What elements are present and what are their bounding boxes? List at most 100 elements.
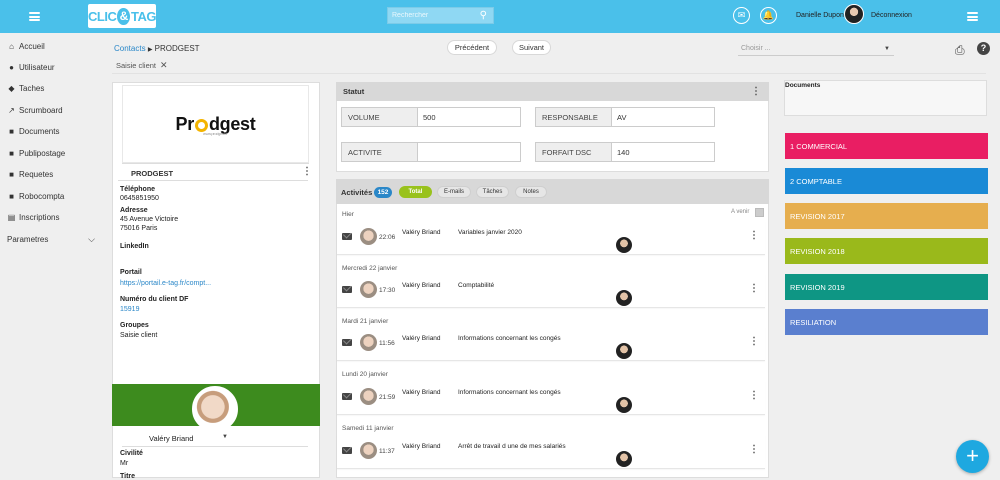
folder-icon: ■: [9, 191, 14, 201]
category-comptable[interactable]: 2 COMPTABLE: [785, 168, 988, 194]
tab-taches[interactable]: Tâches: [476, 186, 509, 198]
responsable-field[interactable]: RESPONSABLE AV: [535, 107, 715, 127]
app-logo[interactable]: CLIC & TAG: [88, 4, 156, 28]
add-button[interactable]: +: [956, 440, 989, 473]
search-box[interactable]: ⚲: [387, 7, 494, 24]
sidebar-item-scrumboard[interactable]: ↗ Scrumboard: [7, 104, 63, 116]
folder-icon: ■: [9, 148, 14, 158]
kebab-menu-icon[interactable]: ⋮: [751, 86, 761, 97]
logout-link[interactable]: Déconnexion: [871, 12, 912, 19]
titre-label: Titre: [120, 473, 136, 480]
previous-button[interactable]: Précédent: [447, 40, 497, 55]
help-icon[interactable]: ?: [977, 42, 990, 55]
breadcrumb-contacts-link[interactable]: Contacts: [114, 44, 146, 53]
mail-icon[interactable]: ✉: [733, 7, 750, 24]
forfait-dsc-field[interactable]: FORFAIT DSC 140: [535, 142, 715, 162]
kebab-menu-icon[interactable]: ⋮: [302, 166, 312, 177]
civilite-value: Mr: [120, 460, 129, 467]
logo-amp: &: [117, 7, 131, 25]
portal-link[interactable]: https://portail.e-tag.fr/compt...: [120, 280, 211, 287]
field-value[interactable]: [418, 143, 423, 161]
sidebar-item-parametres[interactable]: Parametres ⌵: [7, 233, 95, 245]
search-icon[interactable]: ⚲: [480, 10, 487, 21]
kebab-menu-icon[interactable]: ⋮: [749, 230, 759, 241]
menu-right-icon[interactable]: [967, 12, 978, 21]
tab-notes[interactable]: Notes: [515, 186, 547, 198]
current-user-name[interactable]: Danielle Dupond: [796, 12, 848, 19]
print-icon[interactable]: ⎙: [955, 43, 965, 58]
activity-subject: Informations concernant les congés: [458, 335, 561, 342]
category-commercial[interactable]: 1 COMMERCIAL: [785, 133, 988, 159]
field-key: ACTIVITE: [342, 143, 418, 161]
menu-icon[interactable]: [29, 12, 40, 21]
kebab-menu-icon[interactable]: ⋮: [749, 444, 759, 455]
activity-row[interactable]: 21:59 Valéry Briand Informations concern…: [337, 381, 765, 415]
close-icon[interactable]: ✕: [160, 60, 168, 71]
email-icon: [342, 447, 352, 454]
divider: [122, 163, 309, 164]
phone-label: Téléphone: [120, 186, 156, 193]
sidebar-item-utilisateur[interactable]: ● Utilisateur: [7, 61, 55, 73]
sidebar-item-label: Accueil: [19, 41, 45, 51]
activity-time: 21:59: [379, 394, 396, 401]
user-photo[interactable]: [192, 386, 238, 432]
bell-icon[interactable]: 🔔: [760, 7, 777, 24]
sidebar-item-label: Utilisateur: [19, 62, 55, 72]
choose-select[interactable]: Choisir ... ▼: [738, 42, 894, 56]
search-input[interactable]: [388, 8, 470, 23]
folder-icon: ■: [9, 169, 14, 179]
activity-time: 11:37: [379, 448, 395, 455]
caret-down-icon[interactable]: ▼: [222, 434, 228, 440]
field-value[interactable]: 140: [612, 143, 630, 161]
activite-field[interactable]: ACTIVITE: [341, 142, 521, 162]
activity-row[interactable]: 17:30 Valéry Briand Comptabilité ⋮: [337, 274, 765, 308]
avatar: [360, 334, 377, 351]
tab-emails[interactable]: E-mails: [437, 186, 471, 198]
next-button[interactable]: Suivant: [512, 40, 551, 55]
sidebar-item-label: Taches: [19, 83, 45, 93]
client-number-value[interactable]: 15919: [120, 306, 139, 313]
avatar: [616, 343, 632, 359]
contact-user-name[interactable]: Valéry Briand: [149, 434, 193, 443]
activity-author: Valéry Briand: [402, 229, 441, 236]
avatar: [360, 442, 377, 459]
caret-down-icon: ▼: [884, 45, 890, 52]
upcoming-checkbox[interactable]: [755, 208, 764, 217]
sidebar-item-publipostage[interactable]: ■ Publipostage: [7, 147, 65, 159]
field-value[interactable]: 500: [418, 108, 436, 126]
company-logo: Pr dgest www.prodgest.fr: [122, 85, 309, 163]
sidebar-item-inscriptions[interactable]: ▤ Inscriptions: [7, 211, 60, 223]
field-value[interactable]: AV: [612, 108, 626, 126]
kebab-menu-icon[interactable]: ⋮: [749, 390, 759, 401]
kebab-menu-icon[interactable]: ⋮: [749, 336, 759, 347]
activity-row[interactable]: 22:06 Valéry Briand Variables janvier 20…: [337, 221, 765, 255]
email-icon: [342, 393, 352, 400]
day-label: Samedi 11 janvier: [342, 425, 394, 432]
tag-icon: ◆: [8, 83, 15, 93]
book-icon: ▤: [7, 212, 16, 222]
upcoming-label: A venir: [731, 209, 750, 215]
sidebar-item-documents[interactable]: ■ Documents: [7, 125, 59, 137]
activity-author: Valéry Briand: [402, 389, 441, 396]
volume-field[interactable]: VOLUME 500: [341, 107, 521, 127]
activity-row[interactable]: 11:56 Valéry Briand Informations concern…: [337, 327, 765, 361]
category-resiliation[interactable]: RESILIATION: [785, 309, 988, 335]
sidebar-item-robocompta[interactable]: ■ Robocompta: [7, 190, 64, 202]
kebab-menu-icon[interactable]: ⋮: [749, 283, 759, 294]
category-revision-2017[interactable]: REVISION 2017: [785, 203, 988, 229]
sidebar-item-requetes[interactable]: ■ Requetes: [7, 168, 53, 180]
field-key: RESPONSABLE: [536, 108, 612, 126]
avatar: [616, 290, 632, 306]
sidebar-item-accueil[interactable]: ⌂ Accueil: [7, 40, 45, 52]
tab-total[interactable]: Total: [399, 186, 432, 198]
groups-label: Groupes: [120, 322, 149, 329]
category-revision-2019[interactable]: REVISION 2019: [785, 274, 988, 300]
activity-subject: Comptabilité: [458, 282, 495, 289]
avatar[interactable]: [844, 4, 864, 24]
address-line1: 45 Avenue Victoire: [120, 216, 179, 223]
address-line2: 75016 Paris: [120, 225, 158, 232]
sidebar-item-taches[interactable]: ◆ Taches: [7, 82, 44, 94]
sidebar-item-label: Scrumboard: [19, 105, 63, 115]
activity-row[interactable]: 11:37 Valéry Briand Arrêt de travail d u…: [337, 435, 765, 469]
category-revision-2018[interactable]: REVISION 2018: [785, 238, 988, 264]
